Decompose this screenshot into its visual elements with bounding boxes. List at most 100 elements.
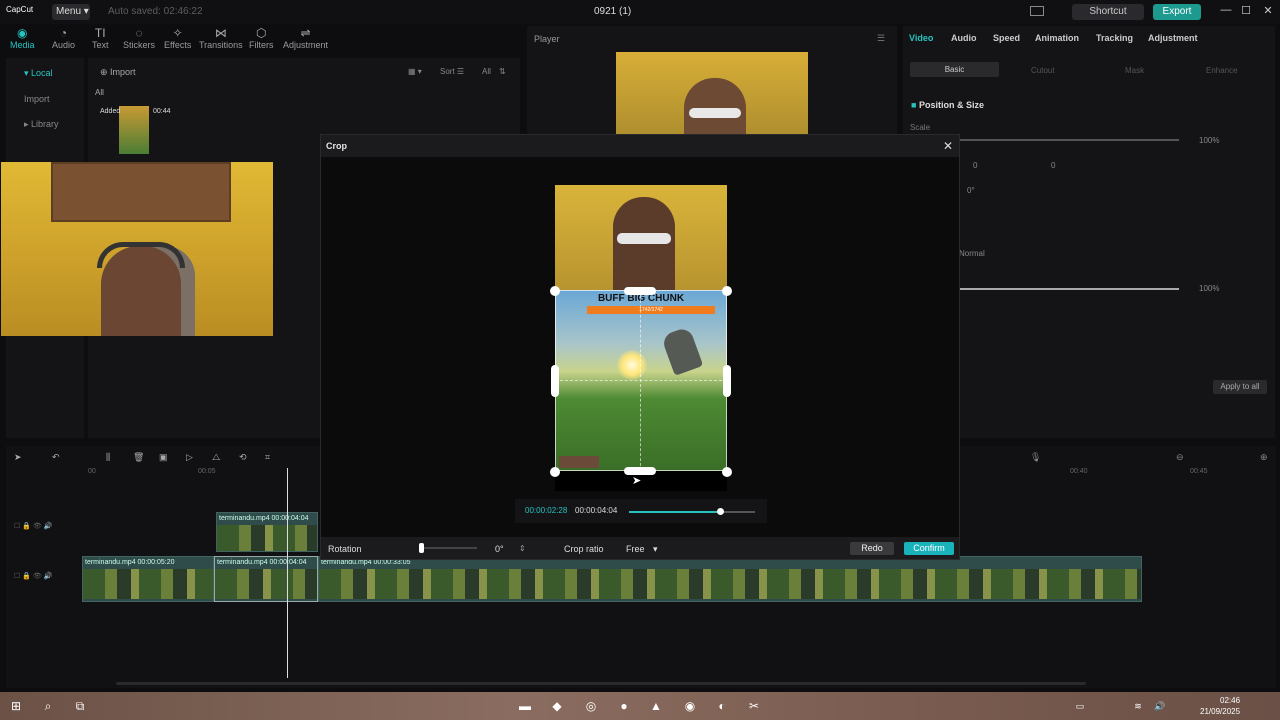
track-controls[interactable]: ☐ 🔒 👁 🔊 [14, 522, 52, 530]
sidebar-item-local[interactable]: ▾ Local [24, 68, 53, 79]
apply-to-all-button[interactable]: Apply to all [1213, 380, 1267, 394]
maximize-button[interactable]: ☐ [1239, 4, 1253, 20]
file-explorer-icon[interactable]: ▬ [517, 698, 533, 714]
freeze-icon[interactable]: ▣ [159, 452, 168, 463]
shortcut-button[interactable]: Shortcut [1072, 4, 1144, 20]
wifi-icon[interactable]: ≋ [1130, 698, 1146, 714]
import-button[interactable]: ⊕ Import [100, 67, 136, 78]
rotate-value[interactable]: 0° [967, 186, 975, 195]
tab-text[interactable]: TI Text [92, 26, 109, 50]
subtab-basic[interactable]: Basic [910, 62, 999, 77]
rotation-slider[interactable] [421, 547, 477, 549]
close-icon[interactable]: ✕ [943, 139, 953, 153]
clip-label: terminandu.mp4 00:00:04:04 [219, 515, 309, 522]
volume-icon[interactable]: 🔊 [1152, 698, 1168, 714]
subtab-mask[interactable]: Mask [1125, 66, 1144, 75]
rotation-knob[interactable] [419, 543, 424, 553]
crop-handle-top-right[interactable] [722, 286, 732, 296]
tab-tracking[interactable]: Tracking [1096, 33, 1133, 43]
close-button[interactable]: ✕ [1261, 4, 1275, 20]
sidebar-item-import[interactable]: Import [24, 94, 50, 104]
tab-transitions[interactable]: ⋈ Transitions [199, 26, 243, 50]
opacity-slider[interactable] [959, 288, 1179, 290]
search-icon[interactable]: ⌕ [40, 698, 56, 714]
tab-audio-props[interactable]: Audio [951, 33, 977, 43]
crop-icon[interactable]: ⌗ [265, 452, 270, 463]
task-view-icon[interactable]: ⧉ [72, 698, 88, 714]
tab-adjustment-props[interactable]: Adjustment [1148, 33, 1198, 43]
crop-handle-right[interactable] [723, 365, 731, 397]
search-app-icon[interactable]: ◎ [583, 698, 599, 714]
position-y[interactable]: 0 [1051, 161, 1055, 170]
subtab-enhance[interactable]: Enhance [1206, 66, 1238, 75]
crop-handle-bottom-left[interactable] [550, 467, 560, 477]
playhead[interactable] [287, 468, 288, 678]
confirm-button[interactable]: Confirm [904, 542, 954, 555]
filter-icon[interactable]: ⇅ [499, 67, 506, 76]
add-track-icon[interactable]: ⊕ [1260, 452, 1268, 463]
blend-mode[interactable]: Normal [959, 249, 985, 258]
media-clip-thumbnail[interactable]: Added 00:44 [96, 104, 172, 156]
main-clip[interactable]: terminandu.mp4 00:00:05:20 [82, 556, 214, 602]
seek-knob[interactable] [716, 508, 724, 515]
mic-icon[interactable]: 🎙 [1030, 452, 1041, 463]
tab-speed[interactable]: Speed [993, 33, 1020, 43]
filter-all-tab[interactable]: All [95, 88, 104, 97]
tab-stickers[interactable]: ◌ Stickers [123, 26, 155, 50]
scale-slider[interactable] [959, 139, 1179, 141]
track-controls[interactable]: ☐ 🔒 👁 🔊 [14, 572, 52, 580]
main-clip-selected[interactable]: terminandu.mp4 00:00:04:04 [214, 556, 318, 602]
tab-video[interactable]: Video [909, 33, 933, 43]
tab-transitions-label: Transitions [199, 40, 243, 50]
export-button[interactable]: Export [1153, 4, 1201, 20]
tab-adjustment[interactable]: ⇌ Adjustment [283, 26, 328, 50]
tab-audio[interactable]: ◔ Audio [52, 26, 75, 50]
sort-button[interactable]: Sort ☰ [440, 67, 464, 76]
position-size-section[interactable]: ■ Position & Size [911, 100, 984, 110]
opacity-value[interactable]: 100% [1199, 284, 1219, 293]
app-icon[interactable]: ▲ [648, 698, 664, 714]
crop-handle-top-left[interactable] [550, 286, 560, 296]
brave-icon[interactable]: ◆ [549, 698, 565, 714]
start-icon[interactable]: ⊞ [8, 698, 24, 714]
scale-value[interactable]: 100% [1199, 136, 1219, 145]
main-clip[interactable]: terminandu.mp4 00:00:33:05 [318, 556, 1142, 602]
crop-handle-left[interactable] [551, 365, 559, 397]
split-icon[interactable]: ⫼ [106, 452, 110, 463]
timeline-scrollbar[interactable] [116, 682, 1086, 685]
redo-button[interactable]: Redo [850, 542, 894, 555]
select-tool-icon[interactable]: ➤ [14, 452, 22, 463]
obs-icon[interactable]: ◉ [682, 698, 698, 714]
zoom-icon[interactable]: ⊖ [1176, 452, 1184, 463]
sidebar-item-library[interactable]: ▸ Library [24, 119, 59, 130]
steam-icon[interactable]: ◐ [714, 698, 730, 714]
view-toggle-icon[interactable]: ▦ ▾ [408, 67, 422, 76]
crop-handle-top[interactable] [624, 287, 656, 295]
position-x[interactable]: 0 [973, 161, 977, 170]
discord-icon[interactable]: ● [616, 698, 632, 714]
tab-media[interactable]: ◉ Media [10, 26, 35, 50]
filter-all-button[interactable]: All [482, 67, 491, 76]
minimize-button[interactable]: — [1219, 4, 1233, 20]
tab-animation[interactable]: Animation [1035, 33, 1079, 43]
rotation-value[interactable]: 0° [495, 544, 504, 554]
layout-icon[interactable] [1030, 6, 1044, 16]
stepper-icon[interactable]: ⇕ [519, 544, 526, 553]
player-menu-icon[interactable]: ☰ [877, 33, 885, 44]
clip-filmstrip [217, 525, 317, 551]
capcut-icon[interactable]: ✂ [746, 698, 762, 714]
rotate-icon[interactable]: ⟲ [239, 452, 247, 463]
overlay-clip[interactable]: terminandu.mp4 00:00:04:04 [216, 512, 318, 552]
mirror-icon[interactable]: ⧍ [212, 452, 220, 463]
crop-handle-bottom-right[interactable] [722, 467, 732, 477]
crop-ratio-select[interactable]: Free ▾ [626, 544, 658, 555]
tab-filters[interactable]: ⬡ Filters [249, 26, 274, 50]
subtab-cutout[interactable]: Cutout [1031, 66, 1055, 75]
menu-button[interactable]: Menu ▾ [52, 4, 90, 20]
play-icon[interactable]: ▷ [186, 452, 193, 463]
tray-icon[interactable]: ▭ [1072, 698, 1088, 714]
clock[interactable]: 02:46 21/09/2025 [1200, 695, 1240, 717]
tab-effects[interactable]: ✧ Effects [164, 26, 191, 50]
delete-icon[interactable]: 🗑 [133, 452, 144, 463]
undo-icon[interactable]: ↶ [52, 452, 60, 463]
